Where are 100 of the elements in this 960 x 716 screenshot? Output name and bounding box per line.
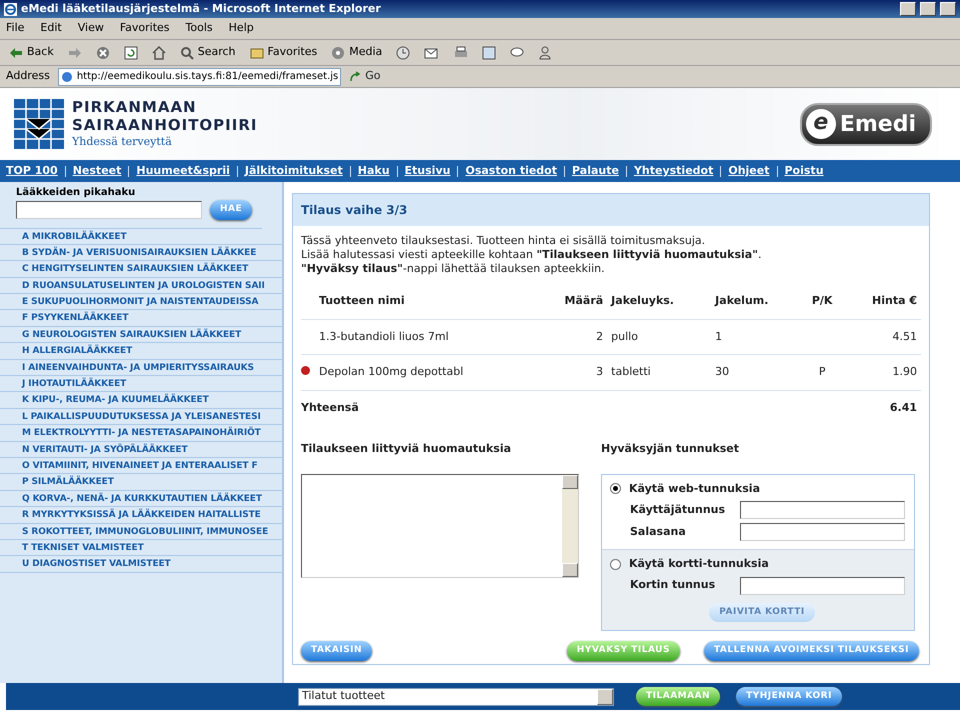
- menu-item[interactable]: Edit: [40, 20, 62, 37]
- emedi-logo: e Emedi: [800, 102, 932, 146]
- radio-button[interactable]: [610, 483, 621, 494]
- nav-link[interactable]: Yhteystiedot: [634, 162, 714, 180]
- category-link[interactable]: F PSYYKENLÄÄKKEET: [0, 310, 282, 327]
- category-link[interactable]: P SILMÄLÄÄKKEET: [0, 474, 282, 491]
- search-icon: [180, 46, 194, 60]
- address-field[interactable]: http://eemedikoulu.sis.tays.fi:81/eemedi/frameset.js: [58, 68, 342, 86]
- category-link[interactable]: U DIAGNOSTISET VALMISTEET: [0, 556, 282, 573]
- table-cell: 2: [596, 330, 604, 342]
- category-link[interactable]: B SYDÄN- JA VERISUONISAIRAUKSIEN LÄÄKKEE: [0, 244, 282, 262]
- field-label: Käyttäjätunnus: [630, 502, 726, 516]
- nav-link[interactable]: TOP 100: [6, 162, 58, 180]
- nav-link[interactable]: Etusivu: [404, 162, 450, 180]
- go-button[interactable]: Go: [349, 68, 381, 85]
- nav-link[interactable]: Palaute: [572, 162, 619, 180]
- category-link[interactable]: S ROKOTTEET, IMMUNOGLOBULIINIT, IMMUNOSEE: [0, 524, 282, 540]
- notes-label: Tilaukseen liittyviä huomautuksia: [301, 441, 512, 457]
- category-link[interactable]: J IHOTAUTILÄÄKKEET: [0, 376, 282, 392]
- input-field[interactable]: [740, 576, 905, 594]
- arrow-icon: [349, 70, 362, 82]
- table-cell: Depolan 100mg depottabl: [319, 365, 464, 378]
- address-label: Address: [6, 68, 50, 84]
- column-header: Jakeluyks.: [607, 284, 712, 319]
- nav-link[interactable]: Nesteet: [72, 162, 122, 180]
- intro-text: Tässä yhteenveto tilauksestasi. Tuotteen hinta ei sisällä toimitusmaksuja.: [301, 234, 706, 248]
- column-header: Hinta €: [843, 284, 921, 319]
- menu-item[interactable]: Favorites: [120, 20, 170, 37]
- input-field[interactable]: [740, 523, 905, 541]
- nav-link[interactable]: Ohjeet: [728, 162, 770, 180]
- table-cell: 1: [715, 330, 722, 342]
- slogan-text: Yhdessä terveyttä: [72, 134, 173, 150]
- radio-button[interactable]: [610, 558, 621, 570]
- restore-button[interactable]: [920, 2, 936, 16]
- quick-search-field[interactable]: [16, 200, 202, 219]
- category-link[interactable]: H ALLERGIALÄÄKKEET: [0, 343, 282, 360]
- column-header: P/K: [801, 284, 844, 319]
- total-value: 6.41: [890, 400, 917, 414]
- close-button[interactable]: [940, 2, 956, 16]
- column-header: Määrä: [538, 284, 608, 319]
- category-link[interactable]: K KIPU-, REUMA- JA KUUMELÄÄKKEET: [0, 392, 282, 409]
- table-cell: 30: [715, 365, 730, 378]
- organization-name: PIRKANMAAN: [72, 98, 198, 116]
- nav-link[interactable]: Poistu: [784, 162, 824, 180]
- nav-link[interactable]: Huumeet&sprii: [136, 162, 230, 180]
- field-label: Kortin tunnus: [630, 578, 716, 592]
- scroll-down-button[interactable]: [562, 562, 578, 576]
- category-link[interactable]: M ELEKTROLYYTTI- JA NESTETASAPAINOHÄIRIÖT: [0, 425, 282, 442]
- category-link[interactable]: D RUOANSULATUSELINTEN JA UROLOGISTEN SAII: [0, 278, 282, 294]
- table-cell: 1.3-butandioli liuos 7ml: [319, 330, 449, 342]
- option-label: Käytä kortti-tunnuksia: [629, 556, 769, 572]
- category-link[interactable]: N VERITAUTI- JA SYÖPÄLÄÄKKEET: [0, 442, 282, 458]
- category-link[interactable]: Q KORVA-, NENÄ- JA KURKKUTAUTIEN LÄÄKKEET: [0, 490, 282, 508]
- media-icon: [331, 46, 346, 60]
- category-link[interactable]: T TEKNISET VALMISTEET: [0, 540, 282, 556]
- column-header: Jakelum.: [711, 284, 802, 319]
- intro-text: "Hyväksy tilaus"-nappi lähettää tilauksen apteekkiin.: [301, 262, 606, 276]
- table-cell: 3: [596, 365, 604, 378]
- menu-item[interactable]: View: [78, 20, 104, 37]
- ordered-products-dropdown[interactable]: Tilatut tuotteet: [298, 688, 614, 706]
- table-cell: 1.90: [892, 365, 917, 378]
- menu-item[interactable]: File: [6, 20, 24, 37]
- nav-link[interactable]: Haku: [358, 162, 390, 180]
- category-link[interactable]: L PAIKALLISPUUDUTUKSESSA JA YLEISANESTESI: [0, 408, 282, 426]
- logo-grid-icon: [14, 99, 64, 149]
- category-link[interactable]: R MYRKYTYKSISSÄ JA LÄÄKKEIDEN HAITALLISTE: [0, 507, 282, 524]
- input-field[interactable]: [740, 501, 905, 519]
- column-header: Tuotteen nimi: [315, 284, 539, 319]
- browser-icon: [4, 2, 17, 16]
- table-cell: pullo: [611, 330, 638, 342]
- total-label: Yhteensä: [301, 400, 359, 414]
- search-button[interactable]: Search: [176, 43, 239, 62]
- category-link[interactable]: O VITAMIINIT, HIVENAINEET JA ENTERAALISET F: [0, 458, 282, 474]
- window-title: eMedi lääketilausjärjestelmä - Microsoft Internet Explorer: [21, 0, 382, 17]
- category-link[interactable]: E SUKUPUOLIHORMONIT JA NAISTENTAUDEISSA: [0, 294, 282, 310]
- intro-text: Lisää halutessasi viesti apteekille kohtaan "Tilaukseen liittyviä huomautuksia".: [301, 248, 762, 262]
- table-cell: P: [818, 365, 826, 378]
- favorites-icon: [250, 46, 264, 58]
- approver-label: Hyväksyjän tunnukset: [601, 441, 740, 457]
- menu-item[interactable]: Help: [228, 20, 254, 37]
- organization-name: SAIRAANHOITOPIIRI: [72, 116, 258, 134]
- favorites-button[interactable]: Favorites: [246, 43, 320, 62]
- table-cell: tabletti: [611, 365, 651, 378]
- scroll-up-button[interactable]: [562, 474, 578, 488]
- media-button[interactable]: Media: [328, 43, 386, 62]
- field-label: Salasana: [630, 524, 686, 538]
- table-cell: 4.51: [892, 330, 917, 342]
- category-link[interactable]: G NEUROLOGISTEN SAIRAUKSIEN LÄÄKKEET: [0, 326, 282, 344]
- notes-field[interactable]: [301, 474, 579, 578]
- category-link[interactable]: C HENGITYSELINTEN SAIRAUKSIEN LÄÄKKEET: [0, 261, 282, 278]
- quick-search-label: Lääkkeiden pikahaku: [15, 186, 136, 200]
- nav-link[interactable]: Jälkitoimitukset: [244, 162, 343, 180]
- category-link[interactable]: I AINEENVAIHDUNTA- JA UMPIERITYSSAIRAUKS: [0, 360, 282, 376]
- category-link[interactable]: A MIKROBILÄÄKKEET: [0, 228, 282, 245]
- option-label: Käytä web-tunnuksia: [629, 480, 760, 496]
- panel-title: Tilaus vaihe 3/3: [293, 194, 929, 226]
- back-button[interactable]: Back: [6, 43, 57, 62]
- nav-link[interactable]: Osaston tiedot: [465, 162, 557, 180]
- minimize-button[interactable]: [900, 2, 916, 16]
- menu-item[interactable]: Tools: [186, 20, 213, 37]
